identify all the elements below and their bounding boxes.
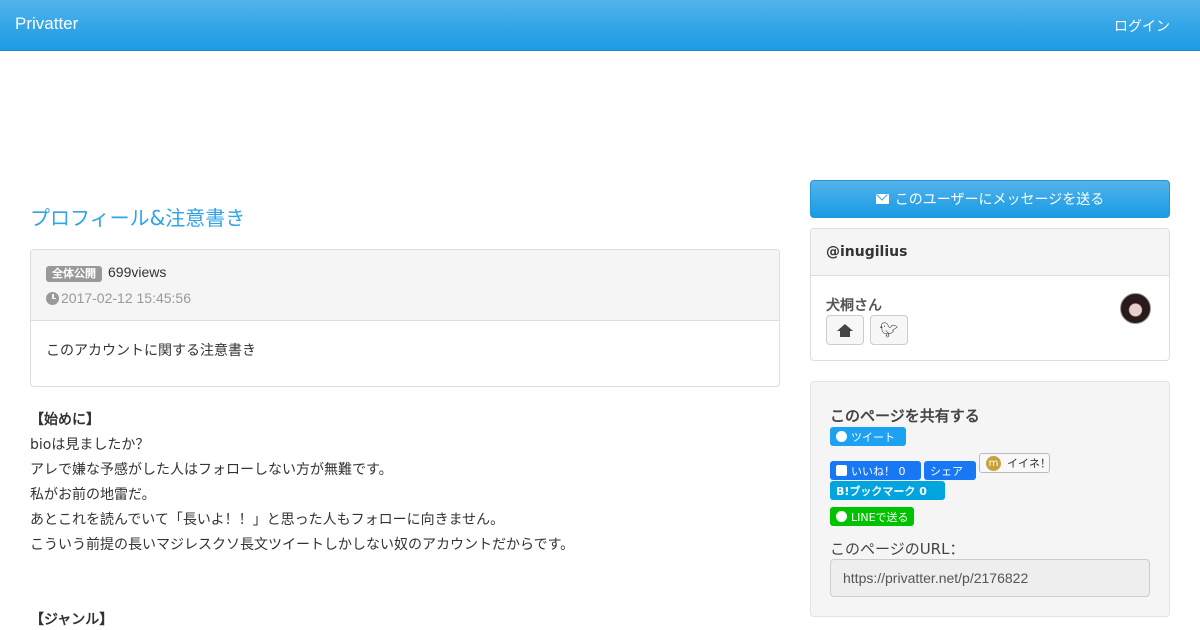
line-label: LINEで送る — [851, 510, 909, 524]
tweet-button[interactable]: ツイート — [830, 427, 906, 446]
share-panel: このページを共有する ツイート いいね！ 0 シェア m イイネ！ B!ブックマ… — [810, 381, 1170, 617]
avatar[interactable] — [1120, 293, 1151, 324]
share-title: このページを共有する — [830, 407, 980, 425]
post-title: プロフィール&注意書き — [30, 206, 246, 230]
facebook-like-label: いいね！ 0 — [851, 464, 906, 478]
post-body-line: アレで嫌な予感がした人はフォローしない方が無難です。 — [30, 462, 393, 478]
brand-link[interactable]: Privatter — [15, 14, 78, 34]
post-summary: このアカウントに関する注意書き — [46, 343, 256, 359]
hatena-label: B!ブックマーク 0 — [836, 484, 927, 498]
thumbs-up-icon — [836, 465, 847, 476]
clock-icon — [46, 291, 59, 305]
user-panel-header: @inugilius — [811, 229, 1169, 276]
login-link[interactable]: ログイン — [1114, 16, 1170, 36]
tweet-label: ツイート — [851, 430, 895, 444]
twitter-icon: 🐦︎ — [879, 321, 899, 339]
mixi-label: イイネ！ — [1007, 457, 1051, 470]
url-label: このページのURL： — [830, 540, 965, 558]
user-name: 犬桐さん — [826, 298, 882, 314]
post-body-line: 【ジャンル】 — [30, 612, 114, 628]
mixi-check-button[interactable]: m イイネ！ — [979, 453, 1051, 473]
envelope-icon — [875, 194, 889, 204]
line-icon — [836, 511, 847, 522]
twitter-icon — [836, 431, 847, 442]
facebook-share-button[interactable]: シェア — [924, 461, 976, 480]
send-message-button[interactable]: このユーザーにメッセージを送る — [810, 180, 1170, 218]
facebook-like-button[interactable]: いいね！ 0 — [830, 461, 921, 480]
post-body-line: こういう前提の長いマジレスクソ長文ツイートしかしない奴のアカウントだからです。 — [30, 537, 575, 553]
hatena-bookmark-button[interactable]: B!ブックマーク 0 — [830, 481, 945, 500]
home-icon — [837, 323, 853, 337]
send-message-label: このユーザーにメッセージを送る — [894, 192, 1105, 208]
post-body-line: あとこれを読んでいて「長いよ！！」と思った人もフォローに向きません。 — [30, 512, 505, 528]
post-body-line: bioは見ましたか？ — [30, 437, 150, 453]
top-navbar: Privatter ログイン — [0, 0, 1200, 51]
post-info-panel: 全体公開 699views 2017-02-12 15:45:56 このアカウン… — [30, 249, 780, 387]
facebook-share-label: シェア — [930, 464, 963, 478]
user-twitter-button[interactable]: 🐦︎ — [870, 315, 908, 345]
visibility-badge: 全体公開 — [46, 266, 102, 282]
post-date: 2017-02-12 15:45:56 — [46, 290, 191, 306]
line-share-button[interactable]: LINEで送る — [830, 507, 914, 526]
post-info-header: 全体公開 699views 2017-02-12 15:45:56 — [31, 250, 779, 321]
post-body-line: 私がお前の地雷だ。 — [30, 487, 156, 503]
view-count: 699views — [108, 264, 167, 280]
post-body: 【始めに】 bioは見ましたか？ アレで嫌な予感がした人はフォローしない方が無難… — [30, 408, 780, 630]
post-body-line: 【始めに】 — [30, 412, 100, 428]
post-date-text: 2017-02-12 15:45:56 — [61, 290, 191, 306]
post-body-gap — [30, 558, 780, 608]
user-handle[interactable]: @inugilius — [826, 244, 907, 260]
user-panel: @inugilius 犬桐さん 🐦︎ — [810, 228, 1170, 361]
mixi-icon: m — [986, 455, 1001, 471]
page-url-input[interactable]: https://privatter.net/p/2176822 — [830, 559, 1150, 597]
user-home-button[interactable] — [826, 315, 864, 345]
